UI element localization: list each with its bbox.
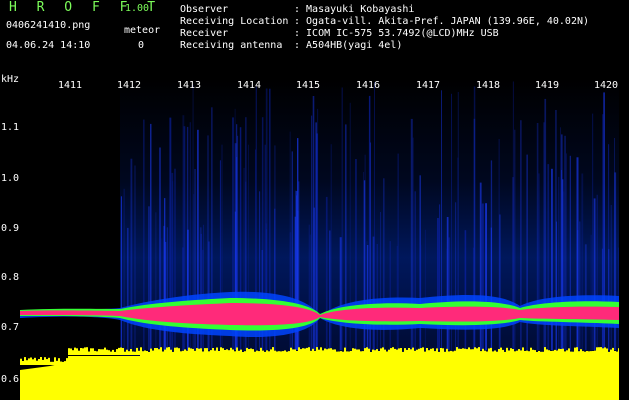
x-tick-1416: 1416	[356, 80, 381, 91]
spectrogram-image	[20, 78, 619, 400]
y-tick-0-9: 0.9	[1, 223, 20, 234]
x-tick-1415: 1415	[296, 80, 321, 91]
antenna-value: : A504HB(yagi 4el)	[294, 40, 403, 51]
header-panel: H R O F F T 1.00 0406241410.png 04.06.24…	[0, 0, 629, 76]
meteor-count: 0	[138, 40, 145, 51]
x-tick-1419: 1419	[535, 80, 560, 91]
noise-floor	[20, 354, 619, 400]
y-axis-unit: kHz	[1, 74, 20, 85]
x-tick-1414: 1414	[237, 80, 262, 91]
x-tick-1418: 1418	[476, 80, 501, 91]
location-label: Receiving Location	[180, 16, 289, 27]
date-time: 04.06.24 14:10	[6, 40, 91, 51]
meteor-label: meteor	[124, 25, 161, 36]
location-value: : Ogata-vill. Akita-Pref. JAPAN (139.96E…	[294, 16, 590, 27]
file-name: 0406241410.png	[6, 20, 91, 31]
receiver-label: Receiver	[180, 28, 229, 39]
x-tick-1412: 1412	[117, 80, 142, 91]
y-tick-0-7: 0.7	[1, 322, 20, 333]
antenna-label: Receiving antenna	[180, 40, 283, 51]
x-tick-1411: 1411	[58, 80, 83, 91]
x-tick-1413: 1413	[177, 80, 202, 91]
app-version: 1.00	[125, 3, 150, 14]
receiver-value: : ICOM IC-575 53.7492(@LCD)MHz USB	[294, 28, 499, 39]
x-tick-1417: 1417	[416, 80, 441, 91]
spectrogram	[20, 78, 619, 400]
y-tick-0-6: 0.6	[1, 374, 20, 385]
y-tick-1-1: 1.1	[1, 122, 20, 133]
x-tick-1420: 1420	[594, 80, 619, 91]
y-tick-1-0: 1.0	[1, 173, 20, 184]
y-tick-0-8: 0.8	[1, 272, 20, 283]
observer-value: : Masayuki Kobayashi	[294, 4, 415, 15]
observer-label: Observer	[180, 4, 229, 15]
